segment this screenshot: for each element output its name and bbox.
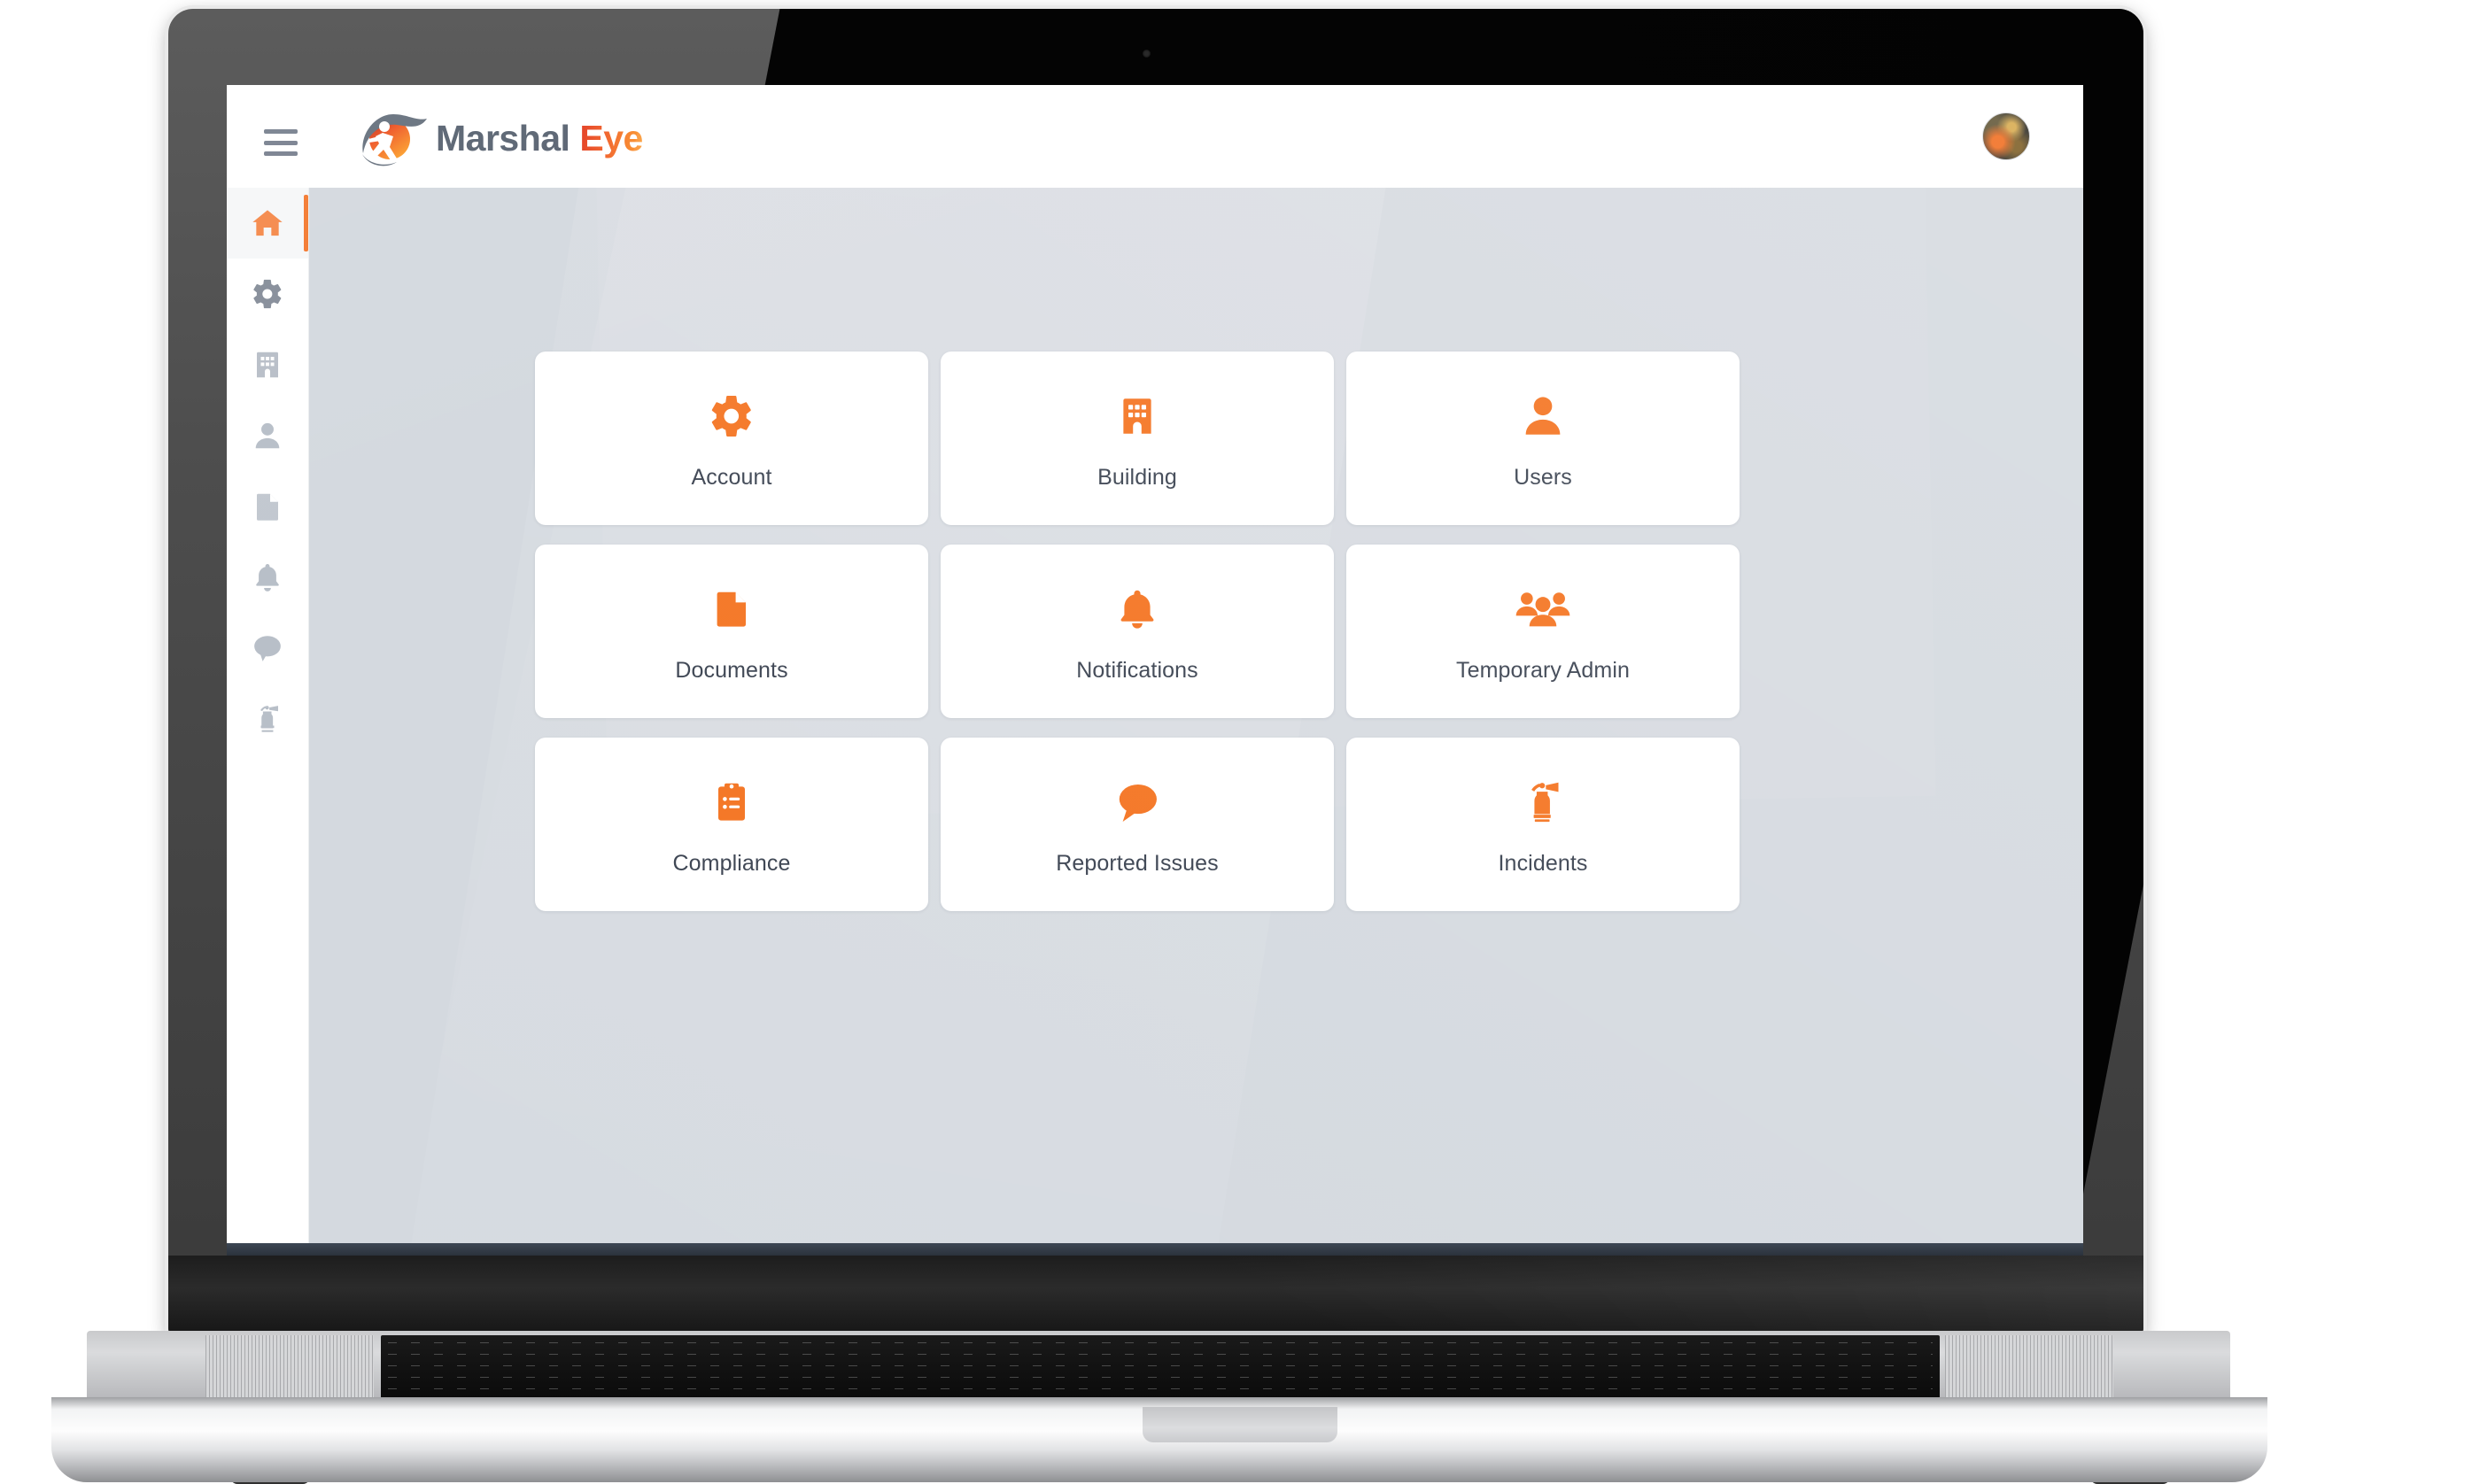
tile-label: Building [1097,464,1177,490]
tile-label: Compliance [672,850,791,876]
fire-extinguisher-icon [252,703,283,735]
tile-label: Users [1514,464,1572,490]
hamburger-bar-3 [264,151,298,156]
webcam-icon [1143,50,1151,58]
main-content: Account Building Users Documents Notific… [308,188,2083,1243]
tile-account[interactable]: Account [535,352,928,525]
user-icon [251,419,284,452]
tile-label: Reported Issues [1056,850,1219,876]
tile-reported-issues[interactable]: Reported Issues [941,738,1334,911]
user-icon [1519,387,1567,445]
users-group-icon [1514,580,1572,638]
speaker-grille-right [1945,1335,2113,1401]
chat-bubble-icon [251,631,284,665]
sidebar-item-incidents[interactable] [227,684,308,754]
app-window: Marshal Eye Account Building Users Docum… [227,85,2083,1243]
dashboard-tile-grid: Account Building Users Documents Notific… [535,352,1837,911]
tile-documents[interactable]: Documents [535,545,928,718]
tile-notifications[interactable]: Notifications [941,545,1334,718]
sidebar-item-user[interactable] [227,400,308,471]
gear-icon [708,387,756,445]
laptop-screen: Marshal Eye Account Building Users Docum… [227,85,2083,1243]
eye-runner-logo-icon [358,107,430,169]
tile-compliance[interactable]: Compliance [535,738,928,911]
laptop-bezel-chin [168,1256,2143,1337]
building-icon [1115,387,1159,445]
home-icon [250,205,285,241]
laptop-base-notch [1143,1407,1337,1442]
clipboard-list-icon [710,773,753,831]
tile-label: Incidents [1498,850,1588,876]
tile-label: Account [691,464,772,490]
sidebar-item-home[interactable] [227,188,308,259]
sidebar-item-building[interactable] [227,329,308,400]
chat-bubble-icon [1112,773,1162,831]
brand-logo[interactable]: Marshal Eye [358,103,643,174]
bell-icon [1115,580,1159,638]
tile-users[interactable]: Users [1346,352,1740,525]
brand-name-primary: Marshal [436,117,570,158]
laptop-keyboard [381,1335,1940,1403]
tile-building[interactable]: Building [941,352,1334,525]
bell-icon [252,561,283,593]
hamburger-menu-icon[interactable] [264,129,303,156]
tile-label: Documents [675,657,788,683]
sidebar-item-notifications[interactable] [227,542,308,613]
sidebar-item-settings[interactable] [227,259,308,329]
tile-label: Temporary Admin [1455,657,1631,683]
avatar[interactable] [1982,112,2030,160]
brand-name-secondary: Eye [579,117,643,158]
sidebar-nav [227,188,309,1243]
speaker-grille-left [205,1335,374,1401]
brand-name: Marshal Eye [436,118,643,159]
tile-temporary-admin[interactable]: Temporary Admin [1346,545,1740,718]
screen-bottom-edge [227,1243,2083,1256]
app-header: Marshal Eye [227,85,2083,189]
sidebar-item-messages[interactable] [227,613,308,684]
laptop-mockup: Marshal Eye Account Building Users Docum… [0,0,2480,1484]
document-icon [710,580,753,638]
hamburger-bar-2 [264,140,298,145]
building-icon [252,349,283,381]
hamburger-bar-1 [264,129,298,134]
tile-incidents[interactable]: Incidents [1346,738,1740,911]
document-icon [252,491,283,522]
gear-icon [251,277,284,311]
fire-extinguisher-icon [1521,773,1565,831]
tile-label: Notifications [1076,657,1198,683]
sidebar-item-documents[interactable] [227,471,308,542]
